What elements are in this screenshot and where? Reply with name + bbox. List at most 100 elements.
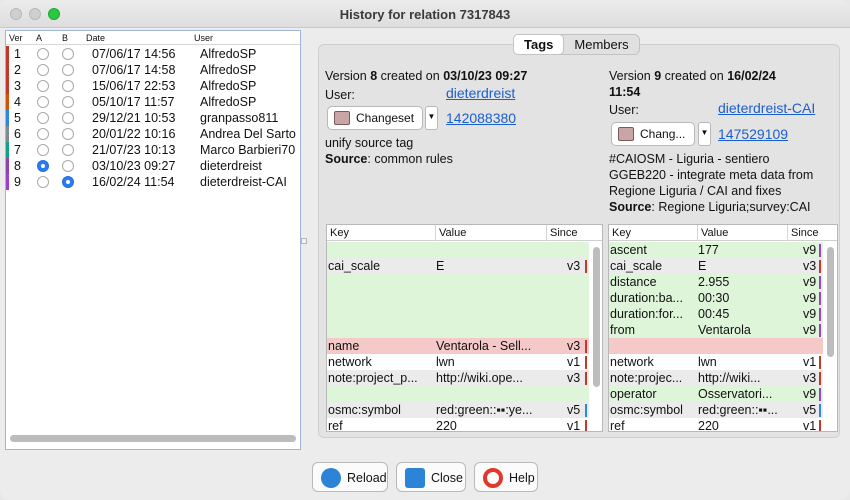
right-col-key[interactable]: Key xyxy=(612,227,631,239)
tag-row[interactable]: network lwn v1 xyxy=(609,354,823,370)
history-row[interactable]: 4 05/10/17 11:57 AlfredoSP xyxy=(6,94,300,110)
tag-row[interactable]: network lwn v1 xyxy=(327,354,589,370)
tag-key: distance xyxy=(610,275,657,289)
reload-button[interactable]: Reload xyxy=(312,462,388,492)
left-changeset-dropdown[interactable]: ▼ xyxy=(425,106,438,130)
history-row[interactable]: 3 15/06/17 22:53 AlfredoSP xyxy=(6,78,300,94)
tag-row[interactable] xyxy=(327,274,589,290)
history-date: 05/10/17 11:57 xyxy=(92,95,175,109)
tag-row[interactable] xyxy=(327,290,589,306)
tag-row[interactable]: duration:for... 00:45 v9 xyxy=(609,306,823,322)
chevron-down-icon: ▼ xyxy=(427,112,436,121)
history-row[interactable]: 6 20/01/22 10:16 Andrea Del Sarto xyxy=(6,126,300,142)
right-version-header: Version 9 created on 16/02/24 11:54 xyxy=(609,68,841,100)
radio-b[interactable] xyxy=(62,48,74,60)
tag-row[interactable]: cai_scale Ev3 xyxy=(609,258,823,274)
tag-since: v3 xyxy=(567,371,581,385)
left-col-since[interactable]: Since xyxy=(550,227,578,239)
tag-row[interactable]: from Ventarola v9 xyxy=(609,322,823,338)
column-ver[interactable]: Ver xyxy=(9,33,23,43)
radio-a[interactable] xyxy=(37,48,49,60)
column-a[interactable]: A xyxy=(36,33,42,43)
radio-b[interactable] xyxy=(62,128,74,140)
column-user[interactable]: User xyxy=(194,33,213,43)
history-date: 21/07/23 10:13 xyxy=(92,143,176,157)
column-b[interactable]: B xyxy=(62,33,68,43)
tag-row[interactable] xyxy=(327,242,589,258)
tag-row[interactable]: osmc:symbol red:green::▪▪:ye... v5 xyxy=(327,402,589,418)
tag-value: Ventarola - Sell... xyxy=(436,339,532,353)
tag-row[interactable]: ref 220 v1 xyxy=(609,418,823,431)
tag-row[interactable]: duration:ba... 00:30 v9 xyxy=(609,290,823,306)
window-title: History for relation 7317843 xyxy=(339,7,511,22)
radio-a[interactable] xyxy=(37,96,49,108)
radio-b[interactable] xyxy=(62,112,74,124)
left-col-value[interactable]: Value xyxy=(439,227,466,239)
left-changeset-button[interactable]: Changeset xyxy=(327,106,423,130)
tab-members[interactable]: Members xyxy=(564,35,638,54)
radio-a[interactable] xyxy=(37,144,49,156)
tag-row[interactable]: osmc:symbol red:green::▪▪... v5 xyxy=(609,402,823,418)
left-changeset-label: Changeset xyxy=(356,111,415,125)
right-changeset-button[interactable]: Chang... xyxy=(611,122,695,146)
tab-tags[interactable]: Tags xyxy=(513,34,565,55)
radio-b[interactable] xyxy=(62,64,74,76)
split-divider-handle[interactable] xyxy=(301,238,307,244)
version-color-bar xyxy=(6,174,9,190)
history-horizontal-scrollbar[interactable] xyxy=(10,435,296,442)
changeset-icon xyxy=(618,127,634,141)
radio-a[interactable] xyxy=(37,176,49,188)
right-user-link[interactable]: dieterdreist-CAI xyxy=(718,100,815,116)
tag-row[interactable]: note:project_p... http://wiki.ope... v3 xyxy=(327,370,589,386)
left-user-label: User: xyxy=(325,88,355,102)
right-changeset-label: Chang... xyxy=(640,127,686,141)
left-changeset-link[interactable]: 142088380 xyxy=(446,110,516,126)
radio-b[interactable] xyxy=(62,96,74,108)
right-col-since[interactable]: Since xyxy=(791,227,819,239)
left-comment: unify source tag xyxy=(325,136,414,150)
history-row[interactable]: 2 07/06/17 14:58 AlfredoSP xyxy=(6,62,300,78)
tag-row[interactable]: ref 220 v1 xyxy=(327,418,589,431)
radio-b[interactable] xyxy=(62,144,74,156)
radio-a[interactable] xyxy=(37,64,49,76)
left-col-key[interactable]: Key xyxy=(330,227,349,239)
tag-row[interactable] xyxy=(327,386,589,402)
tag-row[interactable] xyxy=(327,306,589,322)
right-changeset-dropdown[interactable]: ▼ xyxy=(698,122,711,146)
history-row[interactable]: 8 03/10/23 09:27 dieterdreist xyxy=(6,158,300,174)
tag-row[interactable]: name Ventarola - Sell... v3 xyxy=(327,338,589,354)
close-button[interactable]: Close xyxy=(396,462,466,492)
tag-row[interactable]: cai_scale Ev3 xyxy=(327,258,589,274)
tag-row[interactable]: note:projec... http://wiki... v3 xyxy=(609,370,823,386)
radio-a[interactable] xyxy=(37,112,49,124)
tag-row[interactable]: distance 2.955 v9 xyxy=(609,274,823,290)
tag-key: ascent xyxy=(610,243,647,257)
left-tag-scrollbar[interactable] xyxy=(593,247,600,387)
version-color-bar xyxy=(6,142,9,158)
history-row[interactable]: 5 29/12/21 10:53 granpasso811 xyxy=(6,110,300,126)
history-table-header: Ver A B Date User xyxy=(6,31,300,45)
tag-row[interactable] xyxy=(609,338,823,354)
radio-a[interactable] xyxy=(37,128,49,140)
column-date[interactable]: Date xyxy=(86,33,105,43)
tag-row[interactable]: operator Osservatori... v9 xyxy=(609,386,823,402)
left-user-link[interactable]: dieterdreist xyxy=(446,85,515,101)
history-version: 5 xyxy=(14,111,21,125)
radio-a[interactable] xyxy=(37,160,49,172)
radio-b[interactable] xyxy=(62,160,74,172)
tag-row[interactable]: ascent 177 v9 xyxy=(609,242,823,258)
right-tag-scrollbar[interactable] xyxy=(827,247,834,357)
tag-row[interactable] xyxy=(327,322,589,338)
tag-version-mark xyxy=(585,324,587,337)
help-button[interactable]: Help xyxy=(474,462,538,492)
history-row[interactable]: 1 07/06/17 14:56 AlfredoSP xyxy=(6,46,300,62)
left-source: Source: common rules xyxy=(325,152,453,166)
right-changeset-link[interactable]: 147529109 xyxy=(718,126,788,142)
radio-b[interactable] xyxy=(62,176,74,188)
left-version-date: 03/10/23 09:27 xyxy=(443,69,528,83)
history-row[interactable]: 7 21/07/23 10:13 Marco Barbieri70 xyxy=(6,142,300,158)
radio-a[interactable] xyxy=(37,80,49,92)
right-col-value[interactable]: Value xyxy=(701,227,728,239)
history-row[interactable]: 9 16/02/24 11:54 dieterdreist-CAI xyxy=(6,174,300,190)
radio-b[interactable] xyxy=(62,80,74,92)
